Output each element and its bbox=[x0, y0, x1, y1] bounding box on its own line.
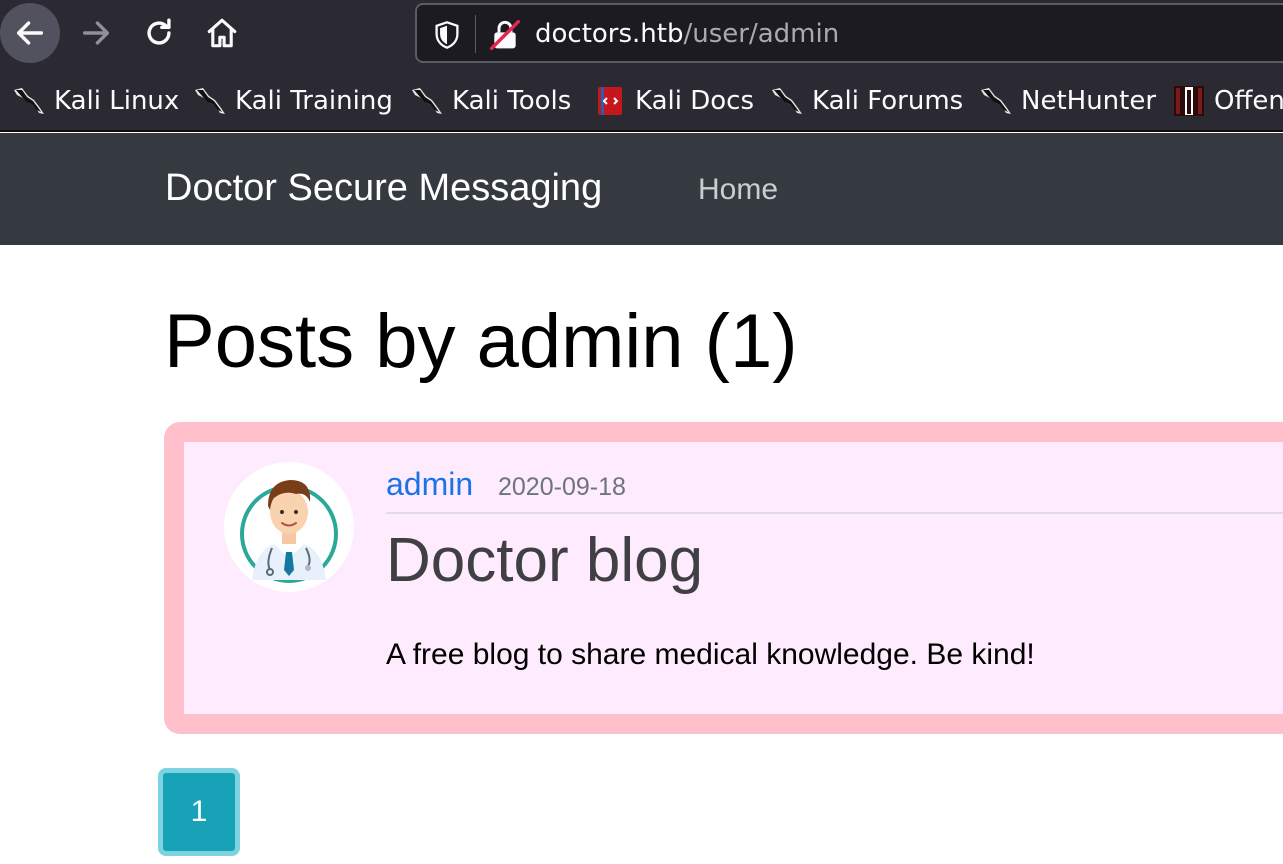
back-button[interactable] bbox=[0, 3, 60, 63]
url-text[interactable]: doctors.htb/user/admin bbox=[535, 19, 839, 49]
arrow-left-icon bbox=[16, 21, 44, 45]
pagination-page-button[interactable]: 1 bbox=[158, 768, 240, 856]
bookmark-label: Kali Linux bbox=[54, 86, 180, 116]
nav-home-link[interactable]: Home bbox=[698, 173, 778, 207]
kali-dragon-icon bbox=[412, 88, 442, 114]
page-title: Posts by admin (1) bbox=[164, 299, 798, 384]
bookmark-kali-linux[interactable]: Kali Linux bbox=[12, 84, 179, 118]
bookmark-label: Offen bbox=[1214, 86, 1283, 116]
kali-dragon-icon bbox=[981, 88, 1011, 114]
url-bar-divider bbox=[475, 15, 476, 53]
post-card: admin 2020-09-18 Doctor blog A free blog… bbox=[164, 422, 1283, 734]
bookmark-offsec[interactable]: Offen bbox=[1172, 84, 1283, 118]
browser-toolbar: doctors.htb/user/admin bbox=[0, 0, 1283, 66]
insecure-lock-icon[interactable] bbox=[489, 19, 521, 51]
arrow-right-icon bbox=[82, 21, 110, 45]
bookmark-nethunter[interactable]: NetHunter bbox=[979, 84, 1156, 118]
kali-docs-icon bbox=[598, 87, 622, 115]
reload-icon bbox=[147, 18, 171, 45]
url-bar[interactable]: doctors.htb/user/admin bbox=[415, 3, 1283, 63]
shield-icon[interactable] bbox=[433, 20, 461, 50]
forward-button[interactable] bbox=[66, 3, 126, 63]
bookmark-label: Kali Forums bbox=[812, 86, 964, 116]
post-meta: admin 2020-09-18 bbox=[386, 464, 1283, 514]
kali-dragon-icon bbox=[195, 88, 225, 114]
url-domain: doctors.htb bbox=[535, 19, 684, 49]
kali-dragon-icon bbox=[772, 88, 802, 114]
post-author-link[interactable]: admin bbox=[386, 466, 473, 503]
bookmark-label: Kali Tools bbox=[452, 86, 572, 116]
doctor-avatar-icon bbox=[240, 480, 338, 583]
post-title[interactable]: Doctor blog bbox=[386, 524, 703, 598]
site-brand[interactable]: Doctor Secure Messaging bbox=[165, 167, 602, 210]
url-path: /user/admin bbox=[683, 19, 840, 49]
kali-dragon-icon bbox=[14, 88, 44, 114]
site-navbar: Doctor Secure Messaging Home bbox=[0, 133, 1283, 245]
bookmark-kali-docs[interactable]: Kali Docs bbox=[593, 84, 754, 118]
home-icon bbox=[207, 18, 237, 48]
reload-button[interactable] bbox=[129, 3, 189, 63]
bookmarks-bar: Kali Linux Kali Training Kali Tools Kali… bbox=[0, 66, 1283, 132]
offsec-icon bbox=[1174, 86, 1204, 116]
bookmark-label: Kali Docs bbox=[635, 86, 755, 116]
bookmark-kali-tools[interactable]: Kali Tools bbox=[410, 84, 571, 118]
post-date: 2020-09-18 bbox=[498, 473, 626, 501]
avatar bbox=[224, 462, 354, 592]
bookmark-kali-training[interactable]: Kali Training bbox=[193, 84, 393, 118]
home-button[interactable] bbox=[192, 3, 252, 63]
bookmark-label: NetHunter bbox=[1021, 86, 1157, 116]
post-content: A free blog to share medical knowledge. … bbox=[386, 638, 1035, 671]
bookmark-kali-forums[interactable]: Kali Forums bbox=[770, 84, 963, 118]
bookmark-label: Kali Training bbox=[235, 86, 393, 116]
